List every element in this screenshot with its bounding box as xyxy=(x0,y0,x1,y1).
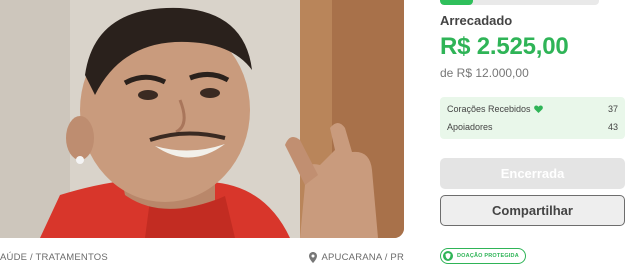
stat-supporters-label: Apoiadores xyxy=(447,122,493,132)
stat-hearts-label-group: Corações Recebidos xyxy=(447,104,543,114)
protected-donation-label: DOAÇÃO PROTEGIDA xyxy=(457,253,519,259)
shield-icon xyxy=(443,251,453,261)
donation-panel: Arrecadado R$ 2.525,00 de R$ 12.000,00 C… xyxy=(440,0,639,265)
stat-hearts: Corações Recebidos 37 xyxy=(447,104,618,118)
progress-bar xyxy=(440,0,599,5)
raised-amount: R$ 2.525,00 xyxy=(440,33,569,60)
goal-amount: de R$ 12.000,00 xyxy=(440,66,529,80)
heart-icon xyxy=(533,105,543,113)
protected-donation-badge: DOAÇÃO PROTEGIDA xyxy=(440,248,526,264)
closed-button[interactable]: Encerrada xyxy=(440,158,625,189)
stat-supporters: Apoiadores 43 xyxy=(447,122,618,136)
stats-box: Corações Recebidos 37 Apoiadores 43 xyxy=(440,97,625,139)
campaign-meta: AÚDE / TRATAMENTOS APUCARANA / PR xyxy=(0,248,404,266)
stat-supporters-value: 43 xyxy=(607,122,618,132)
campaign-photo-illustration xyxy=(0,0,404,238)
stat-hearts-label: Corações Recebidos xyxy=(447,104,531,114)
share-button[interactable]: Compartilhar xyxy=(440,195,625,226)
raised-label: Arrecadado xyxy=(440,13,513,28)
location-pin-icon xyxy=(309,252,318,263)
stat-hearts-value: 37 xyxy=(607,104,618,114)
progress-fill xyxy=(440,0,474,5)
location-label: APUCARANA / PR xyxy=(321,252,404,263)
campaign-photo xyxy=(0,0,404,238)
campaign-category: AÚDE / TRATAMENTOS xyxy=(0,252,108,263)
campaign-location: APUCARANA / PR xyxy=(309,252,404,263)
